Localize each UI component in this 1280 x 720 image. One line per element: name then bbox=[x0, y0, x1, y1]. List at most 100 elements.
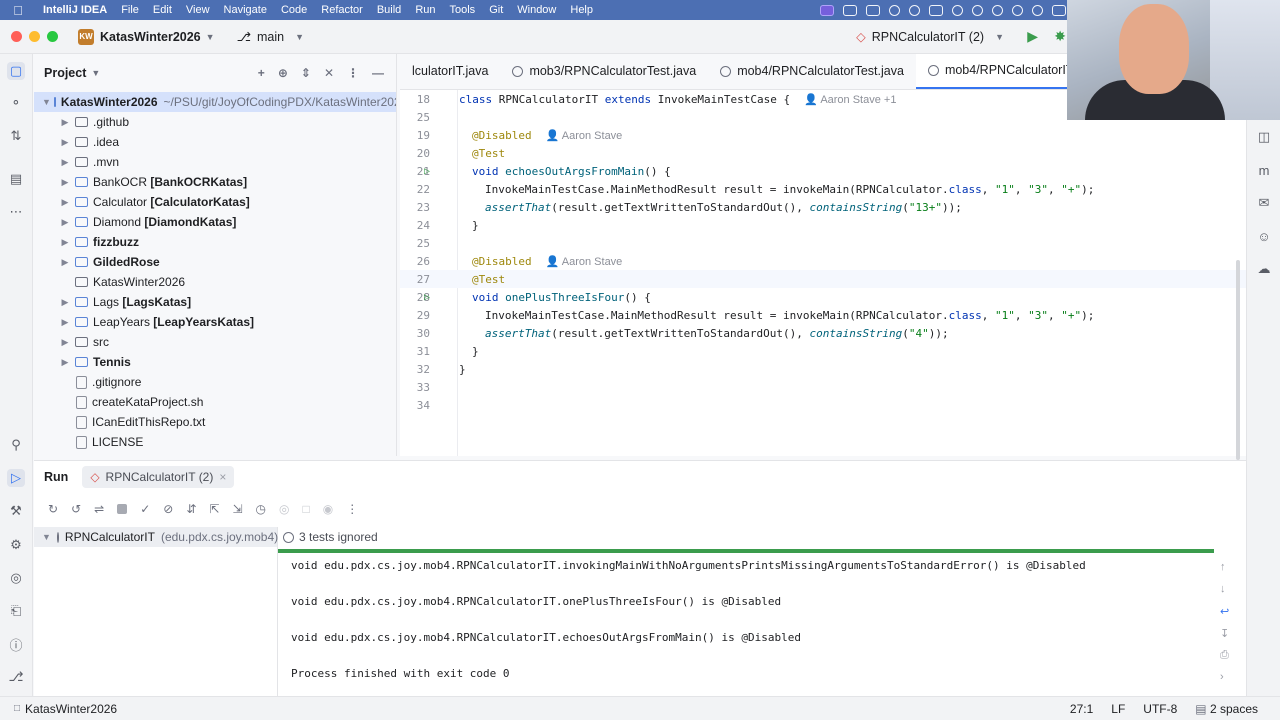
tree-item[interactable]: createKataProject.sh bbox=[34, 392, 396, 412]
scroll-up-icon[interactable]: ↑ bbox=[1220, 561, 1238, 583]
cloud-icon[interactable]: ☁ bbox=[1255, 260, 1273, 278]
chevron-right-icon[interactable]: ▶ bbox=[58, 237, 72, 248]
chevron-down-icon[interactable]: ▼ bbox=[42, 532, 51, 542]
editor-scrollbar[interactable] bbox=[1236, 260, 1240, 460]
print-icon[interactable]: ⎙ bbox=[1220, 649, 1238, 671]
menu-run[interactable]: Run bbox=[408, 4, 442, 16]
menu-help[interactable]: Help bbox=[563, 4, 600, 16]
status-project[interactable]: □ KatasWinter2026 bbox=[14, 702, 117, 716]
volume-icon[interactable] bbox=[1052, 4, 1066, 16]
collapse-all-icon[interactable]: ✕ bbox=[324, 66, 334, 80]
stop-icon[interactable] bbox=[117, 504, 128, 514]
user-icon[interactable] bbox=[1032, 4, 1043, 16]
tree-item[interactable]: ▶ LeapYears [LeapYearsKatas] bbox=[34, 312, 396, 332]
more-icon[interactable]: ⋮ bbox=[346, 502, 358, 516]
tree-item[interactable]: ▶ .mvn bbox=[34, 152, 396, 172]
caret-position[interactable]: 27:1 bbox=[1070, 702, 1093, 716]
close-icon[interactable]: × bbox=[219, 470, 226, 484]
zoom-window-button[interactable] bbox=[47, 31, 58, 42]
more-tools-icon[interactable]: ⋯ bbox=[7, 203, 25, 221]
menu-git[interactable]: Git bbox=[482, 4, 510, 16]
tree-item[interactable]: ▶ .github bbox=[34, 112, 396, 132]
tree-root[interactable]: ▼ KatasWinter2026 ~/PSU/git/JoyOfCodingP… bbox=[34, 92, 396, 112]
show-ignored-icon[interactable]: ⊘ bbox=[163, 502, 173, 516]
menu-window[interactable]: Window bbox=[510, 4, 563, 16]
git-icon[interactable]: ⎇ bbox=[7, 668, 25, 686]
chevron-right-icon[interactable]: ▶ bbox=[58, 297, 72, 308]
services-icon[interactable]: ⚙ bbox=[7, 536, 25, 554]
chevron-right-icon[interactable]: ▶ bbox=[58, 157, 72, 168]
tree-item[interactable]: .gitignore bbox=[34, 372, 396, 392]
search-icon[interactable]: ⚲ bbox=[7, 436, 25, 454]
author-hint[interactable]: 👤 Aaron Stave bbox=[546, 256, 623, 268]
database-icon[interactable]: ◫ bbox=[1255, 128, 1273, 146]
maven-icon[interactable]: m bbox=[1255, 161, 1273, 179]
build-icon[interactable]: ⚒ bbox=[7, 502, 25, 520]
author-hint[interactable]: 👤 Aaron Stave bbox=[546, 130, 623, 142]
tree-item[interactable]: ▶ Diamond [DiamondKatas] bbox=[34, 212, 396, 232]
tree-item[interactable]: KatasWinter2026 bbox=[34, 272, 396, 292]
editor-tab[interactable]: lculatorIT.java bbox=[400, 54, 500, 89]
brightness-icon[interactable] bbox=[972, 4, 983, 16]
chevron-right-icon[interactable]: ▶ bbox=[58, 317, 72, 328]
sort-icon[interactable]: ⇵ bbox=[186, 502, 196, 516]
chevron-right-icon[interactable]: ▶ bbox=[58, 137, 72, 148]
menu-tools[interactable]: Tools bbox=[443, 4, 483, 16]
run-tab[interactable]: ◇ RPNCalculatorIT (2) × bbox=[82, 466, 235, 488]
menu-file[interactable]: File bbox=[114, 4, 146, 16]
chevron-right-icon[interactable]: ▶ bbox=[58, 197, 72, 208]
wifi-icon[interactable] bbox=[992, 4, 1003, 16]
expand-all-icon[interactable]: ⇕ bbox=[301, 66, 311, 80]
tree-item[interactable]: ICanEditThisRepo.txt bbox=[34, 412, 396, 432]
project-tool-icon[interactable]: ▢ bbox=[7, 62, 25, 80]
menu-view[interactable]: View bbox=[179, 4, 217, 16]
chevron-right-icon[interactable]: ▶ bbox=[58, 177, 72, 188]
locate-icon[interactable]: ⊕ bbox=[278, 66, 288, 80]
menu-build[interactable]: Build bbox=[370, 4, 408, 16]
tree-item[interactable]: ▶ Calculator [CalculatorKatas] bbox=[34, 192, 396, 212]
tree-item[interactable]: ▶ Tennis bbox=[34, 352, 396, 372]
soft-wrap-icon[interactable]: ↩ bbox=[1220, 605, 1238, 627]
scroll-down-icon[interactable]: ↓ bbox=[1220, 583, 1238, 605]
chevron-right-icon[interactable]: ▶ bbox=[58, 217, 72, 228]
console-output[interactable]: 3 tests ignored void edu.pdx.cs.joy.mob4… bbox=[278, 527, 1218, 697]
project-panel-title[interactable]: Project bbox=[44, 66, 86, 80]
screenshot-icon[interactable]: ◎ bbox=[279, 502, 289, 516]
chevron-right-icon[interactable]: ▶ bbox=[58, 257, 72, 268]
line-separator[interactable]: LF bbox=[1111, 702, 1125, 716]
problems-icon[interactable]: ⓘ bbox=[7, 635, 25, 653]
run-test-icon[interactable]: ▷ bbox=[424, 166, 430, 177]
commit-tool-icon[interactable]: ⚬ bbox=[7, 94, 25, 112]
screen-record-icon[interactable] bbox=[820, 4, 834, 16]
menu-refactor[interactable]: Refactor bbox=[314, 4, 370, 16]
debug-tool-icon[interactable]: ◎ bbox=[7, 569, 25, 587]
show-passed-icon[interactable]: ✓ bbox=[140, 502, 150, 516]
pull-requests-icon[interactable]: ⇅ bbox=[7, 127, 25, 145]
menu-edit[interactable]: Edit bbox=[146, 4, 179, 16]
chevron-right-icon[interactable]: › bbox=[1220, 671, 1238, 693]
moon-icon[interactable] bbox=[952, 4, 963, 16]
chevron-right-icon[interactable]: ▶ bbox=[58, 117, 72, 128]
menu-code[interactable]: Code bbox=[274, 4, 314, 16]
options-icon[interactable]: ⋮ bbox=[347, 66, 359, 80]
prev-icon[interactable]: □ bbox=[302, 502, 309, 516]
minimize-window-button[interactable] bbox=[29, 31, 40, 42]
copilot-icon[interactable]: ☺ bbox=[1255, 227, 1273, 245]
tree-item[interactable]: ▶ .idea bbox=[34, 132, 396, 152]
terminal-icon[interactable]: ⎗ bbox=[7, 602, 25, 620]
camera-icon[interactable] bbox=[866, 4, 880, 16]
test-tree-root[interactable]: ▼ RPNCalculatorIT (edu.pdx.cs.joy.mob4) bbox=[34, 527, 278, 547]
editor-tab[interactable]: mob4/RPNCalculatorTest.java bbox=[708, 54, 916, 89]
run-tool-icon[interactable]: ▷ bbox=[7, 469, 25, 487]
debug-icon[interactable]: ✸ bbox=[1054, 28, 1066, 45]
indent-setting[interactable]: ▤ 2 spaces bbox=[1195, 702, 1258, 716]
network-icon[interactable] bbox=[909, 4, 920, 16]
code-area[interactable]: 18 class RPNCalculatorIT extends InvokeM… bbox=[400, 90, 1246, 460]
display-icon[interactable] bbox=[843, 4, 857, 16]
rerun-failed-icon[interactable]: ↺ bbox=[71, 502, 81, 516]
hide-icon[interactable]: — bbox=[372, 66, 384, 80]
time-machine-icon[interactable] bbox=[1012, 4, 1023, 16]
author-hint[interactable]: 👤 Aaron Stave +1 bbox=[804, 94, 896, 106]
toggle-auto-test-icon[interactable]: ⇌ bbox=[94, 502, 104, 516]
project-switcher[interactable]: KatasWinter2026 bbox=[100, 30, 201, 44]
